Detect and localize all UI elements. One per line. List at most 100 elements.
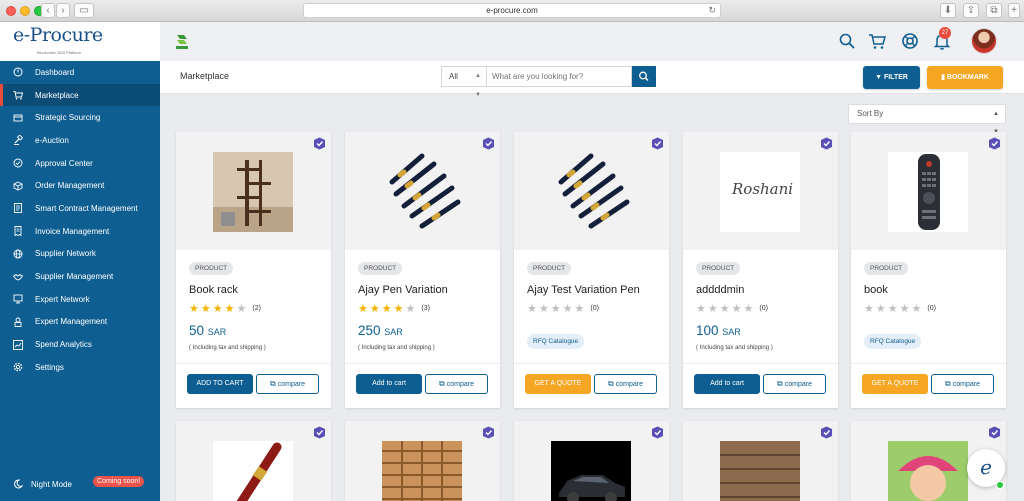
- url-bar[interactable]: e-procure.com ↻: [303, 3, 721, 18]
- product-title[interactable]: addddmin: [696, 284, 744, 296]
- avatar[interactable]: [971, 28, 997, 54]
- sidebar-item-approval-center[interactable]: Approval Center: [0, 152, 160, 175]
- product-card[interactable]: [514, 421, 669, 501]
- share-icon[interactable]: ⇪: [963, 3, 979, 18]
- compare-button[interactable]: ⧉ compare: [425, 374, 488, 394]
- sps-logo-icon[interactable]: [174, 33, 190, 51]
- get-a-quote-button[interactable]: GET A QUOTE: [525, 374, 591, 394]
- product-image[interactable]: [888, 152, 968, 232]
- add-to-cart-button[interactable]: Add to cart: [356, 374, 422, 394]
- product-card[interactable]: PRODUCT Ajay Pen Variation ★★★★★ (3) 250 …: [345, 132, 500, 408]
- compare-button[interactable]: ⧉ compare: [256, 374, 319, 394]
- product-image[interactable]: Roshani: [720, 152, 800, 232]
- sidebar-item-expert-management[interactable]: Expert Management: [0, 311, 160, 334]
- sidebar-item-supplier-network[interactable]: Supplier Network: [0, 243, 160, 266]
- product-image[interactable]: [213, 152, 293, 232]
- product-card[interactable]: [176, 421, 331, 501]
- compare-button[interactable]: ⧉ compare: [594, 374, 657, 394]
- sidebar-item-strategic-sourcing[interactable]: Strategic Sourcing: [0, 106, 160, 129]
- product-card[interactable]: [345, 421, 500, 501]
- expert-icon: [13, 294, 23, 304]
- add-to-cart-button[interactable]: Add to cart: [694, 374, 760, 394]
- product-title[interactable]: Ajay Test Variation Pen: [527, 284, 640, 296]
- night-mode-label: Night Mode: [31, 479, 72, 489]
- pen-set-image: [389, 153, 461, 229]
- invoice-icon: [13, 226, 23, 237]
- fountain-pen-image: [236, 442, 282, 501]
- sidebar-item-e-auction[interactable]: e-Auction: [0, 129, 160, 152]
- search-icon[interactable]: [838, 32, 856, 50]
- star-empty-icon: ★: [887, 303, 900, 315]
- product-image-area: [514, 132, 669, 250]
- star-empty-icon: ★: [731, 303, 744, 315]
- search-button[interactable]: [632, 66, 656, 87]
- chat-widget-logo-icon: e: [980, 455, 992, 479]
- tabs-icon[interactable]: ⧉: [986, 3, 1002, 18]
- sidebar-item-expert-network[interactable]: Expert Network: [0, 288, 160, 311]
- box-icon: [13, 181, 23, 191]
- product-card[interactable]: PRODUCT Ajay Test Variation Pen ★★★★★ (0)…: [514, 132, 669, 408]
- price-note: ( Including tax and shipping ): [358, 345, 435, 351]
- product-image[interactable]: [888, 441, 968, 501]
- forward-icon[interactable]: ›: [56, 3, 70, 18]
- sidebar-item-label: Smart Contract Management: [35, 203, 138, 213]
- minimize-window-button[interactable]: [20, 6, 30, 16]
- moon-icon: [14, 479, 23, 489]
- product-image-area: [176, 421, 331, 501]
- sidebar-item-marketplace[interactable]: Marketplace: [0, 83, 160, 107]
- bookmark-button[interactable]: ▮ BOOKMARK: [927, 66, 1003, 89]
- add-to-cart-button[interactable]: ADD TO CART: [187, 374, 253, 394]
- product-image[interactable]: [720, 441, 800, 501]
- filter-button[interactable]: ▼ FILTER: [863, 66, 920, 89]
- star-filled-icon: ★: [212, 303, 225, 315]
- product-card[interactable]: PRODUCT Book rack ★★★★★ (2) 50 SAR ( Incl…: [176, 132, 331, 408]
- product-image[interactable]: [213, 441, 293, 501]
- new-tab-icon[interactable]: +: [1008, 3, 1020, 18]
- night-mode-toggle[interactable]: Night Mode Coming soon!: [13, 476, 153, 489]
- sidebar-item-dashboard[interactable]: Dashboard: [0, 61, 160, 84]
- product-title[interactable]: Ajay Pen Variation: [358, 284, 448, 296]
- sidebar-item-spend-analytics[interactable]: Spend Analytics: [0, 333, 160, 356]
- support-icon[interactable]: [901, 32, 919, 50]
- product-image[interactable]: [551, 441, 631, 501]
- sidebar-item-settings[interactable]: Settings: [0, 356, 160, 379]
- sidebar-item-order-management[interactable]: Order Management: [0, 174, 160, 197]
- product-image[interactable]: [551, 152, 631, 232]
- product-title[interactable]: book: [864, 284, 888, 296]
- compare-button[interactable]: ⧉ compare: [931, 374, 994, 394]
- search-input[interactable]: [486, 66, 632, 87]
- sidebar-toggle-icon[interactable]: ▭: [74, 3, 94, 18]
- rating-count: (0): [927, 305, 936, 312]
- sidebar-item-smart-contract-management[interactable]: Smart Contract Management: [0, 197, 160, 220]
- product-card[interactable]: Roshani PRODUCT addddmin ★★★★★ (0) 100 SA…: [683, 132, 838, 408]
- close-window-button[interactable]: [6, 6, 16, 16]
- product-tag: PRODUCT: [358, 262, 403, 275]
- download-icon[interactable]: ⬇: [940, 3, 956, 18]
- product-image-area: [851, 132, 1006, 250]
- star-empty-icon: ★: [719, 303, 732, 315]
- star-filled-icon: ★: [224, 303, 237, 315]
- product-title[interactable]: Book rack: [189, 284, 238, 296]
- compare-label: compare: [952, 381, 980, 388]
- sidebar-item-invoice-management[interactable]: Invoice Management: [0, 220, 160, 243]
- category-select[interactable]: All ▲ ▼: [441, 66, 486, 98]
- cart-icon[interactable]: [868, 32, 886, 50]
- select-arrows-icon: ▲▼: [475, 73, 481, 98]
- compare-button[interactable]: ⧉ compare: [763, 374, 826, 394]
- reload-icon[interactable]: ↻: [708, 4, 716, 17]
- verified-badge-icon: [483, 426, 494, 439]
- page-title: Marketplace: [180, 71, 230, 81]
- sidebar-item-supplier-management[interactable]: Supplier Management: [0, 265, 160, 288]
- product-card[interactable]: PRODUCT book ★★★★★ (0) RFQ Catalogue GET …: [851, 132, 1006, 408]
- compare-label: compare: [784, 381, 812, 388]
- filter-label: FILTER: [883, 74, 908, 81]
- star-empty-icon: ★: [707, 303, 720, 315]
- sort-select[interactable]: Sort By ▲▼: [848, 104, 1006, 135]
- get-a-quote-button[interactable]: GET A QUOTE: [862, 374, 928, 394]
- product-card[interactable]: [683, 421, 838, 501]
- back-icon[interactable]: ‹: [41, 3, 55, 18]
- price-currency: SAR: [384, 327, 403, 337]
- product-image[interactable]: [382, 441, 462, 501]
- logo[interactable]: e-Procure Blockchain B2B Platform: [0, 22, 160, 61]
- product-image[interactable]: [382, 152, 462, 232]
